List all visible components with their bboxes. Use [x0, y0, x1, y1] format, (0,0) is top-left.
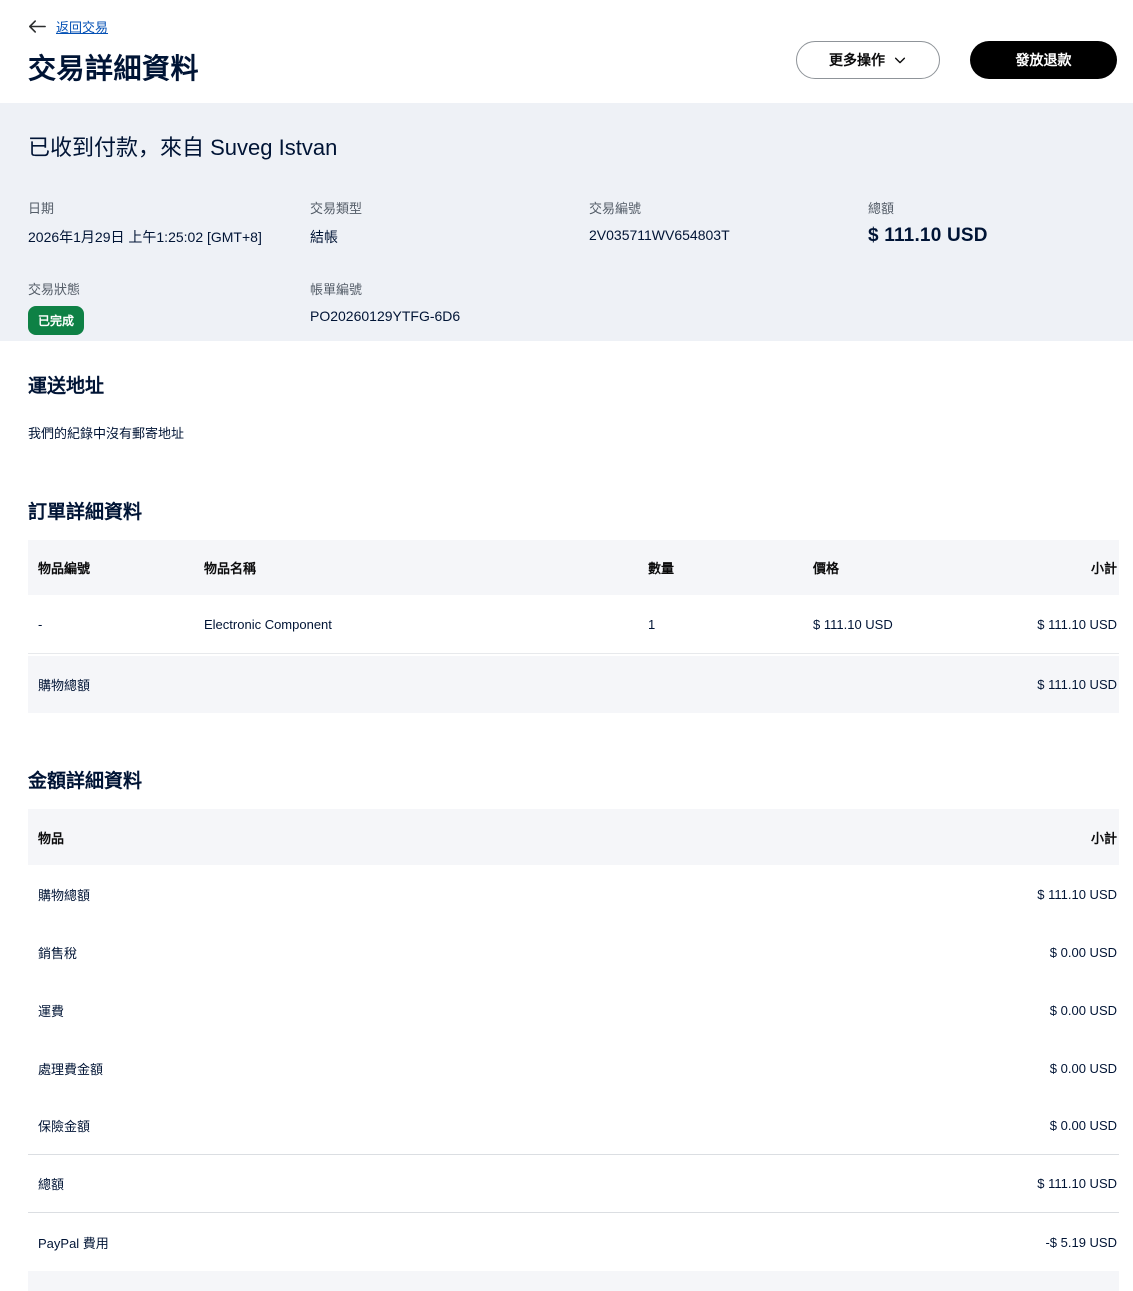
order-item-quantity: 1: [648, 616, 656, 632]
order-item-id: -: [38, 616, 43, 632]
field-invoice-id-label: 帳單編號: [310, 282, 363, 297]
amount-details-table: 物品 小計 購物總額 $ 111.10 USD 銷售稅 $ 0.00 USD 運…: [28, 809, 1119, 1291]
field-invoice-id: 帳單編號 PO20260129YTFG-6D6: [310, 279, 589, 335]
column-quantity: 數量: [648, 561, 675, 576]
amount-column-subtotal: 小計: [1090, 830, 1117, 846]
field-transaction-id-value: 2V035711WV654803T: [589, 227, 730, 243]
purchase-total-label: 購物總額: [38, 678, 91, 693]
transaction-summary-panel: 已收到付款，來自 Suveg Istvan 日期 2026年1月29日 上午1:…: [0, 103, 1133, 341]
amount-row-sales-tax: 銷售稅 $ 0.00 USD: [28, 923, 1119, 981]
amount-row-label: 運費: [38, 1003, 65, 1019]
amount-row-value: $ 111.10 USD: [1037, 1176, 1117, 1191]
field-transaction-type-label: 交易類型: [310, 201, 363, 216]
field-transaction-id: 交易編號 2V035711WV654803T: [589, 198, 868, 247]
amount-row-label: 處理費金額: [38, 1061, 104, 1077]
amount-row-shipping-fee: 運費 $ 0.00 USD: [28, 981, 1119, 1039]
amount-table-header-row: 物品 小計: [28, 809, 1119, 865]
amount-row-value: $ 111.10 USD: [1037, 886, 1117, 902]
amount-column-item: 物品: [38, 830, 65, 846]
amount-row-total: 總額 $ 111.10 USD: [28, 1155, 1119, 1213]
table-row: - Electronic Component 1 $ 111.10 USD $ …: [28, 595, 1119, 654]
order-table-header-row: 物品編號 物品名稱 數量 價格 小計: [28, 540, 1119, 595]
order-table-footer-row: 購物總額 $ 111.10 USD: [28, 656, 1119, 713]
amount-row-label: 總額: [38, 1177, 65, 1192]
more-actions-label: 更多操作: [829, 52, 885, 68]
summary-fields: 日期 2026年1月29日 上午1:25:02 [GMT+8] 交易類型 結帳 …: [28, 198, 1117, 335]
amount-row-value: -$ 5.19 USD: [1045, 1234, 1117, 1250]
amount-row-value: $ 0.00 USD: [1049, 1118, 1117, 1133]
field-date-label: 日期: [28, 201, 55, 216]
column-price: 價格: [813, 561, 840, 576]
column-subtotal: 小計: [1090, 561, 1117, 576]
field-transaction-status-label: 交易狀態: [28, 282, 81, 297]
amount-row-paypal-fee: PayPal 費用 -$ 5.19 USD: [28, 1213, 1119, 1271]
field-date: 日期 2026年1月29日 上午1:25:02 [GMT+8]: [28, 198, 310, 247]
amount-row-value: $ 0.00 USD: [1049, 1060, 1117, 1076]
back-arrow-icon[interactable]: [28, 19, 46, 34]
back-navigation: 返回交易: [28, 16, 1117, 36]
field-transaction-type-value: 結帳: [310, 229, 338, 245]
purchase-total-value: $ 111.10 USD: [1037, 677, 1117, 692]
amount-row-insurance: 保險金額 $ 0.00 USD: [28, 1097, 1119, 1155]
more-actions-button[interactable]: 更多操作: [796, 41, 940, 79]
chevron-down-icon: [893, 53, 907, 67]
order-item-name: Electronic Component: [204, 616, 332, 632]
issue-refund-button[interactable]: 發放退款: [970, 41, 1117, 79]
amount-row-value: $ 0.00 USD: [1049, 1002, 1117, 1018]
field-total-amount-value: $ 111.10 USD: [868, 225, 988, 246]
field-total-amount: 總額 $ 111.10 USD: [868, 198, 1117, 247]
shipping-address-heading: 運送地址: [28, 376, 105, 397]
amount-row-value: $ 0.00 USD: [1049, 944, 1117, 960]
amount-details-heading: 金額詳細資料: [28, 771, 143, 792]
order-details-section: 訂單詳細資料 物品編號 物品名稱 數量 價格 小計 - Electronic C…: [0, 442, 1133, 713]
order-item-subtotal: $ 111.10 USD: [1037, 616, 1117, 632]
column-item-name: 物品名稱: [204, 561, 257, 576]
status-badge: 已完成: [28, 306, 85, 335]
order-item-price: $ 111.10 USD: [813, 616, 893, 632]
back-to-transactions-link[interactable]: 返回交易: [56, 17, 108, 36]
column-item-id: 物品編號: [38, 561, 91, 576]
amount-row-label: 保險金額: [38, 1119, 91, 1134]
amount-row-purchase-total: 購物總額 $ 111.10 USD: [28, 865, 1119, 923]
amount-row-label: 銷售稅: [38, 945, 78, 961]
shipping-address-message: 我們的紀錄中沒有郵寄地址: [28, 426, 185, 441]
amount-row-handling-fee: 處理費金額 $ 0.00 USD: [28, 1039, 1119, 1097]
order-details-heading: 訂單詳細資料: [28, 502, 143, 523]
order-details-table: 物品編號 物品名稱 數量 價格 小計 - Electronic Componen…: [28, 540, 1119, 713]
header-actions: 更多操作 發放退款: [796, 41, 1117, 79]
amount-row-label: PayPal 費用: [38, 1235, 109, 1251]
amount-row-net-amount: 淨額 $ 105.91 USD: [28, 1271, 1119, 1291]
field-total-amount-label: 總額: [868, 201, 895, 216]
field-transaction-id-label: 交易編號: [589, 201, 642, 216]
page-header: 返回交易 交易詳細資料 更多操作 發放退款: [0, 0, 1133, 103]
payment-received-heading: 已收到付款，來自 Suveg Istvan: [28, 135, 338, 160]
field-transaction-type: 交易類型 結帳: [310, 198, 589, 247]
field-invoice-id-value: PO20260129YTFG-6D6: [310, 308, 461, 324]
amount-details-section: 金額詳細資料 物品 小計 購物總額 $ 111.10 USD 銷售稅 $ 0.0…: [0, 713, 1133, 1291]
field-date-value: 2026年1月29日 上午1:25:02 [GMT+8]: [28, 229, 262, 245]
amount-row-label: 購物總額: [38, 887, 91, 903]
field-transaction-status: 交易狀態 已完成: [28, 279, 310, 335]
shipping-address-section: 運送地址 我們的紀錄中沒有郵寄地址: [0, 341, 1133, 442]
